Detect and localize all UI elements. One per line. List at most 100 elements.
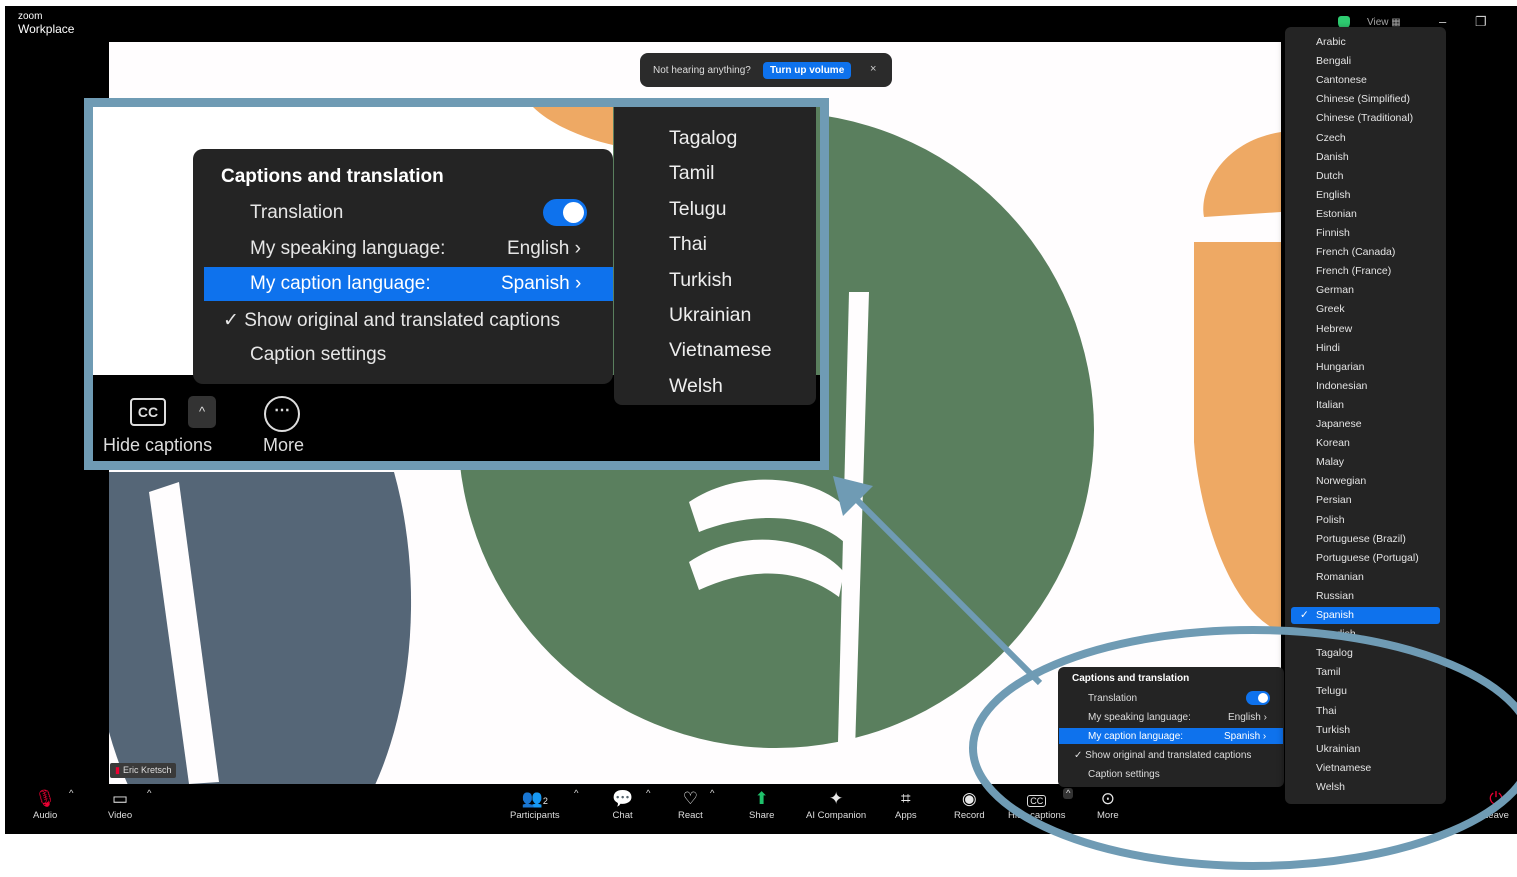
video-button[interactable]: ▭ Video (108, 788, 132, 821)
language-item[interactable]: Danish (1316, 151, 1349, 163)
show-original-option[interactable]: ✓ Show original and translated captions (1074, 750, 1251, 761)
language-item[interactable]: Polish (1316, 514, 1345, 526)
chat-label: Chat (612, 810, 633, 821)
language-item[interactable]: Estonian (1316, 208, 1357, 220)
more-icon[interactable]: ⋯ (264, 396, 300, 432)
participants-options-caret[interactable]: ^ (574, 788, 578, 799)
selected-language-highlight[interactable]: ✓ Spanish (1291, 607, 1440, 624)
language-item[interactable]: Arabic (1316, 36, 1346, 48)
caption-language-value-zoomed: Spanish › (501, 273, 581, 295)
language-item-zoomed[interactable]: Ukrainian (669, 304, 751, 327)
language-item[interactable]: Czech (1316, 132, 1346, 144)
react-button[interactable]: ♡ React (678, 788, 703, 821)
translation-toggle[interactable] (1246, 691, 1270, 705)
video-options-caret[interactable]: ^ (147, 788, 151, 799)
speaking-language-label-zoomed[interactable]: My speaking language: (250, 238, 445, 260)
caption-language-label-zoomed[interactable]: My caption language: (250, 273, 431, 295)
record-button[interactable]: ◉ Record (954, 788, 985, 821)
language-item[interactable]: Chinese (Simplified) (1316, 93, 1410, 105)
language-item[interactable]: Tamil (1316, 666, 1341, 678)
react-options-caret[interactable]: ^ (710, 788, 714, 799)
react-label: React (678, 810, 703, 821)
restore-icon[interactable]: ❐ (1475, 14, 1487, 30)
language-item[interactable]: Vietnamese (1316, 762, 1371, 774)
close-notice-icon[interactable]: × (870, 63, 876, 75)
language-item[interactable]: Hindi (1316, 342, 1340, 354)
audio-button[interactable]: 🎙 Audio (33, 788, 57, 821)
translation-toggle-zoomed[interactable] (543, 199, 587, 226)
show-original-option-zoomed[interactable]: ✓ Show original and translated captions (223, 309, 560, 332)
ai-companion-label: AI Companion (806, 810, 867, 821)
language-item[interactable]: Tagalog (1316, 647, 1353, 659)
language-item[interactable]: Chinese (Traditional) (1316, 112, 1413, 124)
language-item-zoomed[interactable]: Vietnamese (669, 339, 772, 362)
heart-icon: ♡ (682, 789, 699, 808)
captions-options-caret[interactable]: ^ (1063, 788, 1074, 799)
caption-settings-item[interactable]: Caption settings (1088, 769, 1160, 780)
language-item[interactable]: Japanese (1316, 418, 1362, 430)
language-item[interactable]: Hebrew (1316, 323, 1352, 335)
language-item[interactable]: Swedish (1316, 628, 1356, 640)
language-item[interactable]: Italian (1316, 399, 1344, 411)
language-item[interactable]: Russian (1316, 590, 1354, 602)
participants-button[interactable]: 👥2 Participants (510, 788, 560, 821)
leave-button[interactable]: ⏻ Leave (1483, 788, 1509, 821)
caption-settings-item-zoomed[interactable]: Caption settings (250, 344, 386, 366)
language-item-zoomed[interactable]: Turkish (669, 269, 732, 292)
chevron-right-icon: › (574, 273, 582, 294)
language-item[interactable]: Portuguese (Portugal) (1316, 552, 1419, 564)
language-item[interactable]: Turkish (1316, 724, 1350, 736)
ai-companion-button[interactable]: ✦ AI Companion (806, 788, 866, 821)
language-item[interactable]: Welsh (1316, 781, 1345, 793)
cc-icon[interactable]: CC (130, 398, 166, 426)
audio-options-caret[interactable]: ^ (69, 788, 73, 799)
language-item[interactable]: Persian (1316, 494, 1352, 506)
language-item[interactable]: Indonesian (1316, 380, 1367, 392)
captions-menu-zoomed: Captions and translation Translation My … (193, 149, 613, 384)
caption-language-label[interactable]: My caption language: (1088, 731, 1183, 742)
chat-button[interactable]: 💬 Chat (612, 788, 633, 821)
share-button[interactable]: ⬆ Share (749, 788, 774, 821)
speaking-language-value-zoomed: English › (507, 238, 581, 260)
apps-button[interactable]: ⌗ Apps (895, 788, 917, 821)
language-item[interactable]: Greek (1316, 303, 1345, 315)
chat-options-caret[interactable]: ^ (646, 788, 650, 799)
language-item[interactable]: French (Canada) (1316, 246, 1395, 258)
language-item[interactable]: German (1316, 284, 1354, 296)
language-item-zoomed[interactable]: Welsh (669, 375, 723, 398)
language-item-zoomed[interactable]: Tagalog (669, 127, 737, 150)
orange-corner (533, 107, 623, 147)
more-icon: ⊙ (1100, 789, 1115, 808)
language-item[interactable]: Malay (1316, 456, 1344, 468)
language-item[interactable]: Telugu (1316, 685, 1347, 697)
language-item[interactable]: Norwegian (1316, 475, 1366, 487)
language-item[interactable]: Bengali (1316, 55, 1351, 67)
more-label-zoomed[interactable]: More (263, 435, 304, 456)
translation-label-zoomed: Translation (250, 202, 344, 223)
video-label: Video (108, 810, 133, 821)
hide-captions-button[interactable]: CC Hide captions (1008, 788, 1066, 821)
language-item[interactable]: Finnish (1316, 227, 1350, 239)
language-item[interactable]: Dutch (1316, 170, 1343, 182)
hide-captions-label-zoomed[interactable]: Hide captions (103, 435, 212, 456)
chevron-up-icon[interactable]: ^ (188, 396, 216, 428)
more-button[interactable]: ⊙ More (1097, 788, 1119, 821)
chevron-right-icon: › (574, 238, 581, 259)
language-item[interactable]: Romanian (1316, 571, 1364, 583)
language-item-zoomed[interactable]: Thai (669, 233, 707, 256)
language-item-zoomed[interactable]: Telugu (669, 198, 726, 221)
language-item[interactable]: Hungarian (1316, 361, 1364, 373)
speaking-language-label[interactable]: My speaking language: (1088, 712, 1191, 723)
language-item[interactable]: Portuguese (Brazil) (1316, 533, 1406, 545)
captions-menu-small: Captions and translation Translation My … (1058, 667, 1284, 787)
language-item[interactable]: English (1316, 189, 1350, 201)
language-item[interactable]: Ukrainian (1316, 743, 1360, 755)
language-item[interactable]: Korean (1316, 437, 1350, 449)
leave-label: Leave (1483, 810, 1509, 821)
language-item-zoomed[interactable]: Tamil (669, 162, 715, 185)
language-item[interactable]: Cantonese (1316, 74, 1367, 86)
camera-icon: ▭ (112, 789, 129, 808)
language-item[interactable]: French (France) (1316, 265, 1391, 277)
turn-up-volume-button[interactable]: Turn up volume (763, 62, 852, 79)
language-item[interactable]: Thai (1316, 705, 1336, 717)
